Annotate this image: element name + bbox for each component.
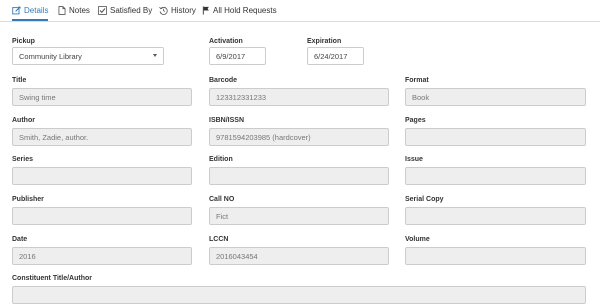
isbn-label: ISBN/ISSN	[209, 117, 245, 124]
isbn-field: 9781594203985 (hardcover)	[209, 128, 389, 146]
tab-bar: Details Notes Satisfied By History All H…	[0, 0, 600, 22]
checkbox-icon	[98, 5, 107, 15]
publisher-label: Publisher	[12, 196, 44, 203]
pages-label: Pages	[405, 117, 426, 124]
barcode-value: 123312331233	[216, 92, 267, 102]
pickup-select[interactable]: Community Library	[12, 47, 164, 65]
tab-details-label: Details	[24, 5, 49, 15]
edit-icon	[12, 5, 21, 15]
pages-field	[405, 128, 586, 146]
tab-notes[interactable]: Notes	[58, 0, 90, 20]
tab-history-label: History	[171, 5, 196, 15]
serial-copy-label: Serial Copy	[405, 196, 444, 203]
edition-field	[209, 167, 389, 185]
call-no-label: Call NO	[209, 196, 235, 203]
history-icon	[159, 6, 168, 15]
volume-field	[405, 247, 586, 265]
flag-icon	[202, 5, 210, 15]
date-value: 2016	[19, 251, 36, 261]
title-value: Swing time	[19, 92, 56, 102]
expiration-value: 6/24/2017	[314, 51, 348, 61]
chevron-down-icon	[153, 54, 157, 57]
lccn-value: 2016043454	[216, 251, 258, 261]
publisher-field	[12, 207, 192, 225]
tab-satisfied-by-label: Satisfied By	[110, 5, 153, 15]
pickup-label: Pickup	[12, 38, 35, 45]
expiration-field[interactable]: 6/24/2017	[307, 47, 364, 65]
expiration-label: Expiration	[307, 38, 342, 45]
tab-all-hold-requests[interactable]: All Hold Requests	[202, 0, 277, 20]
format-field: Book	[405, 88, 586, 106]
volume-label: Volume	[405, 236, 430, 243]
author-field: Smith, Zadie, author.	[12, 128, 192, 146]
tab-all-hold-requests-label: All Hold Requests	[213, 5, 277, 15]
format-label: Format	[405, 77, 429, 84]
tab-notes-label: Notes	[69, 5, 90, 15]
barcode-field: 123312331233	[209, 88, 389, 106]
series-label: Series	[12, 156, 34, 163]
activation-value: 6/9/2017	[216, 51, 246, 61]
barcode-label: Barcode	[209, 77, 238, 84]
tab-satisfied-by[interactable]: Satisfied By	[98, 0, 152, 20]
author-value: Smith, Zadie, author.	[19, 132, 89, 142]
tab-history[interactable]: History	[159, 0, 196, 20]
author-label: Author	[12, 117, 35, 124]
call-no-value: Fict	[216, 211, 229, 221]
call-no-field: Fict	[209, 207, 389, 225]
issue-label: Issue	[405, 156, 423, 163]
document-icon	[58, 5, 66, 15]
serial-copy-field	[405, 207, 586, 225]
constituent-label: Constituent Title/Author	[12, 275, 92, 282]
edition-label: Edition	[209, 156, 233, 163]
issue-field	[405, 167, 586, 185]
format-value: Book	[412, 92, 430, 102]
title-field: Swing time	[12, 88, 192, 106]
tab-details[interactable]: Details	[12, 0, 49, 21]
title-label: Title	[12, 77, 27, 84]
pickup-select-value: Community Library	[19, 51, 82, 61]
activation-field[interactable]: 6/9/2017	[209, 47, 266, 65]
constituent-field	[12, 286, 586, 304]
date-field: 2016	[12, 247, 192, 265]
series-field	[12, 167, 192, 185]
date-label: Date	[12, 236, 28, 243]
activation-label: Activation	[209, 38, 243, 45]
lccn-field: 2016043454	[209, 247, 389, 265]
lccn-label: LCCN	[209, 236, 229, 243]
isbn-value: 9781594203985 (hardcover)	[216, 132, 311, 142]
